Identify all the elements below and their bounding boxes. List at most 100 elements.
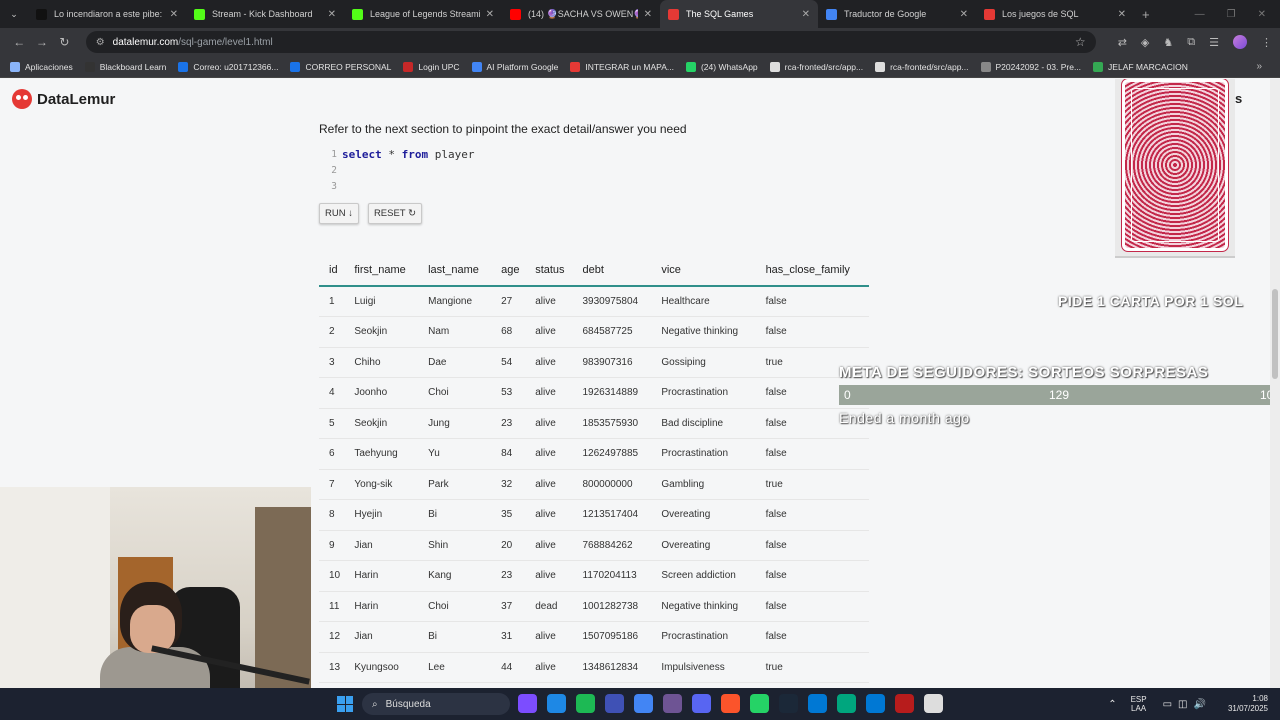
browser-tab[interactable]: Stream - Kick Dashboard ✕ xyxy=(186,0,344,28)
minimize-icon[interactable]: — xyxy=(1195,9,1205,20)
site-info-icon[interactable]: ⚙ xyxy=(96,37,105,48)
browser-menu-icon[interactable]: ⋮ xyxy=(1261,36,1272,49)
scrollbar-thumb[interactable] xyxy=(1272,289,1278,379)
new-tab-icon[interactable]: + xyxy=(1142,7,1150,22)
bookmark-favicon-icon xyxy=(84,61,95,72)
taskbar-app-icon[interactable] xyxy=(924,694,943,713)
bookmark-item[interactable]: Correo: u201712366... xyxy=(178,61,278,72)
tab-favicon-icon xyxy=(826,8,837,20)
bookmark-label: AI Platform Google xyxy=(486,61,559,72)
bookmark-favicon-icon xyxy=(178,61,189,72)
tab-favicon-icon xyxy=(668,8,679,20)
table-cell: Procrastination xyxy=(651,438,756,470)
reset-button[interactable]: RESET ↻ xyxy=(368,203,422,224)
browser-tab[interactable]: Los juegos de SQL ✕ xyxy=(976,0,1134,28)
bookmark-item[interactable]: INTEGRAR un MAPA... xyxy=(570,61,674,72)
taskbar-app-icon[interactable] xyxy=(837,694,856,713)
browser-tab[interactable]: (14) 🔮SACHA VS OWEN🔮(Pl ✕ xyxy=(502,0,660,28)
taskbar-clock[interactable]: 1:08 31/07/2025 xyxy=(1228,694,1268,714)
profile-avatar[interactable] xyxy=(1232,35,1247,49)
bookmark-item[interactable]: (24) WhatsApp xyxy=(685,61,758,72)
maximize-icon[interactable]: ❐ xyxy=(1227,9,1236,20)
tray-chevron-icon[interactable]: ⌃ xyxy=(1108,699,1116,710)
table-cell: false xyxy=(755,438,869,470)
bookmark-item[interactable]: Aplicaciones xyxy=(10,61,73,72)
table-cell: false xyxy=(755,560,869,592)
forward-icon[interactable]: → xyxy=(31,35,54,49)
taskbar-app-icon[interactable] xyxy=(663,694,682,713)
datalemur-logo[interactable]: DataLemur xyxy=(12,89,115,109)
taskbar-app-icon[interactable] xyxy=(808,694,827,713)
table-cell: Procrastination xyxy=(651,621,756,653)
taskbar-app-icon[interactable] xyxy=(518,694,537,713)
table-cell: alive xyxy=(525,530,573,561)
tab-title: Lo incendiaron a este pibe: una xyxy=(54,9,164,19)
bookmark-item[interactable]: JELAF MARCACION xyxy=(1093,61,1188,72)
lang-top: ESP xyxy=(1130,695,1147,704)
bookmark-item[interactable]: AI Platform Google xyxy=(471,61,559,72)
table-cell: 1001282738 xyxy=(572,591,652,622)
taskbar-app-icon[interactable] xyxy=(605,694,624,713)
game-extension-icon[interactable]: ♞ xyxy=(1163,36,1173,49)
page-scrollbar[interactable] xyxy=(1270,79,1280,688)
bookmark-item[interactable]: rca-fronted/src/app... xyxy=(769,61,863,72)
bookmark-item[interactable]: P20242092 - 03. Pre... xyxy=(980,61,1081,72)
puzzle-extension-icon[interactable]: ⧉ xyxy=(1187,36,1195,49)
column-header: vice xyxy=(651,255,756,287)
taskbar-app-icon[interactable] xyxy=(750,694,769,713)
browser-tab[interactable]: Traductor de Google ✕ xyxy=(818,0,976,28)
browser-tab[interactable]: Lo incendiaron a este pibe: una ✕ xyxy=(28,0,186,28)
taskbar-app-icon[interactable] xyxy=(866,694,885,713)
table-cell: 3 xyxy=(319,347,345,378)
bookmark-item[interactable]: rca-fronted/src/app... xyxy=(875,61,969,72)
tab-favicon-icon xyxy=(36,8,47,20)
bookmark-star-icon[interactable]: ☆ xyxy=(1075,35,1086,49)
browser-tab[interactable]: The SQL Games ✕ xyxy=(660,0,818,28)
table-cell: alive xyxy=(525,499,573,531)
tab-close-icon[interactable]: ✕ xyxy=(328,9,336,20)
taskbar-app-icon[interactable] xyxy=(692,694,711,713)
shield-extension-icon[interactable]: ◈ xyxy=(1141,36,1149,49)
url-input[interactable]: ⚙ datalemur.com/sql-game/level1.html ☆ xyxy=(85,31,1096,53)
tab-close-icon[interactable]: ✕ xyxy=(1118,9,1126,20)
reload-icon[interactable]: ↻ xyxy=(53,35,76,49)
table-cell: 53 xyxy=(491,377,526,409)
taskbar-app-icon[interactable] xyxy=(895,694,914,713)
browser-tab[interactable]: League of Legends Streaming ✕ xyxy=(344,0,502,28)
bookmark-item[interactable]: CORREO PERSONAL xyxy=(290,61,391,72)
tab-close-icon[interactable]: ✕ xyxy=(960,9,968,20)
table-row: 3 Chiho Dae 54 alive 983907316 Gossiping true xyxy=(319,347,869,378)
taskbar-app-icon[interactable] xyxy=(721,694,740,713)
taskbar-search-input[interactable]: ⌕ Búsqueda xyxy=(362,693,510,715)
run-button[interactable]: RUN ↓ xyxy=(319,203,359,224)
table-cell: Negative thinking xyxy=(651,316,756,348)
taskbar-app-icon[interactable] xyxy=(547,694,566,713)
table-cell: 1262497885 xyxy=(572,438,652,470)
taskbar-app-icon[interactable] xyxy=(779,694,798,713)
taskbar-app-icon[interactable] xyxy=(634,694,653,713)
table-row: 6 Taehyung Yu 84 alive 1262497885 Procrastinat… xyxy=(319,438,869,470)
close-window-icon[interactable]: ✕ xyxy=(1258,9,1266,20)
translate-extension-icon[interactable]: ⇄ xyxy=(1118,36,1127,49)
system-icons[interactable]: ▭◫🔊 xyxy=(1163,699,1212,710)
sql-editor[interactable]: 1 select * from player 2 3 xyxy=(319,146,949,196)
table-cell: Chiho xyxy=(344,347,419,378)
back-icon[interactable]: ← xyxy=(8,35,31,49)
table-cell: 6 xyxy=(319,438,345,470)
tab-close-icon[interactable]: ✕ xyxy=(486,9,494,20)
reading-list-icon[interactable]: ☰ xyxy=(1209,36,1219,49)
table-cell: Jung xyxy=(418,408,492,439)
tab-close-icon[interactable]: ✕ xyxy=(644,9,652,20)
tab-close-icon[interactable]: ✕ xyxy=(170,9,178,20)
bookmark-item[interactable]: Blackboard Learn xyxy=(84,61,166,72)
taskbar-app-icon[interactable] xyxy=(576,694,595,713)
table-cell: Overeating xyxy=(651,499,756,531)
tab-search-icon[interactable]: ⌄ xyxy=(0,0,28,28)
table-cell: alive xyxy=(525,286,573,317)
windows-start-icon[interactable] xyxy=(337,696,353,712)
bookmark-item[interactable]: Login UPC xyxy=(403,61,460,72)
column-header: debt xyxy=(572,255,652,287)
tab-close-icon[interactable]: ✕ xyxy=(802,9,810,20)
language-indicator[interactable]: ESP LAA xyxy=(1131,695,1147,713)
more-bookmarks-icon[interactable]: » xyxy=(1256,61,1280,72)
